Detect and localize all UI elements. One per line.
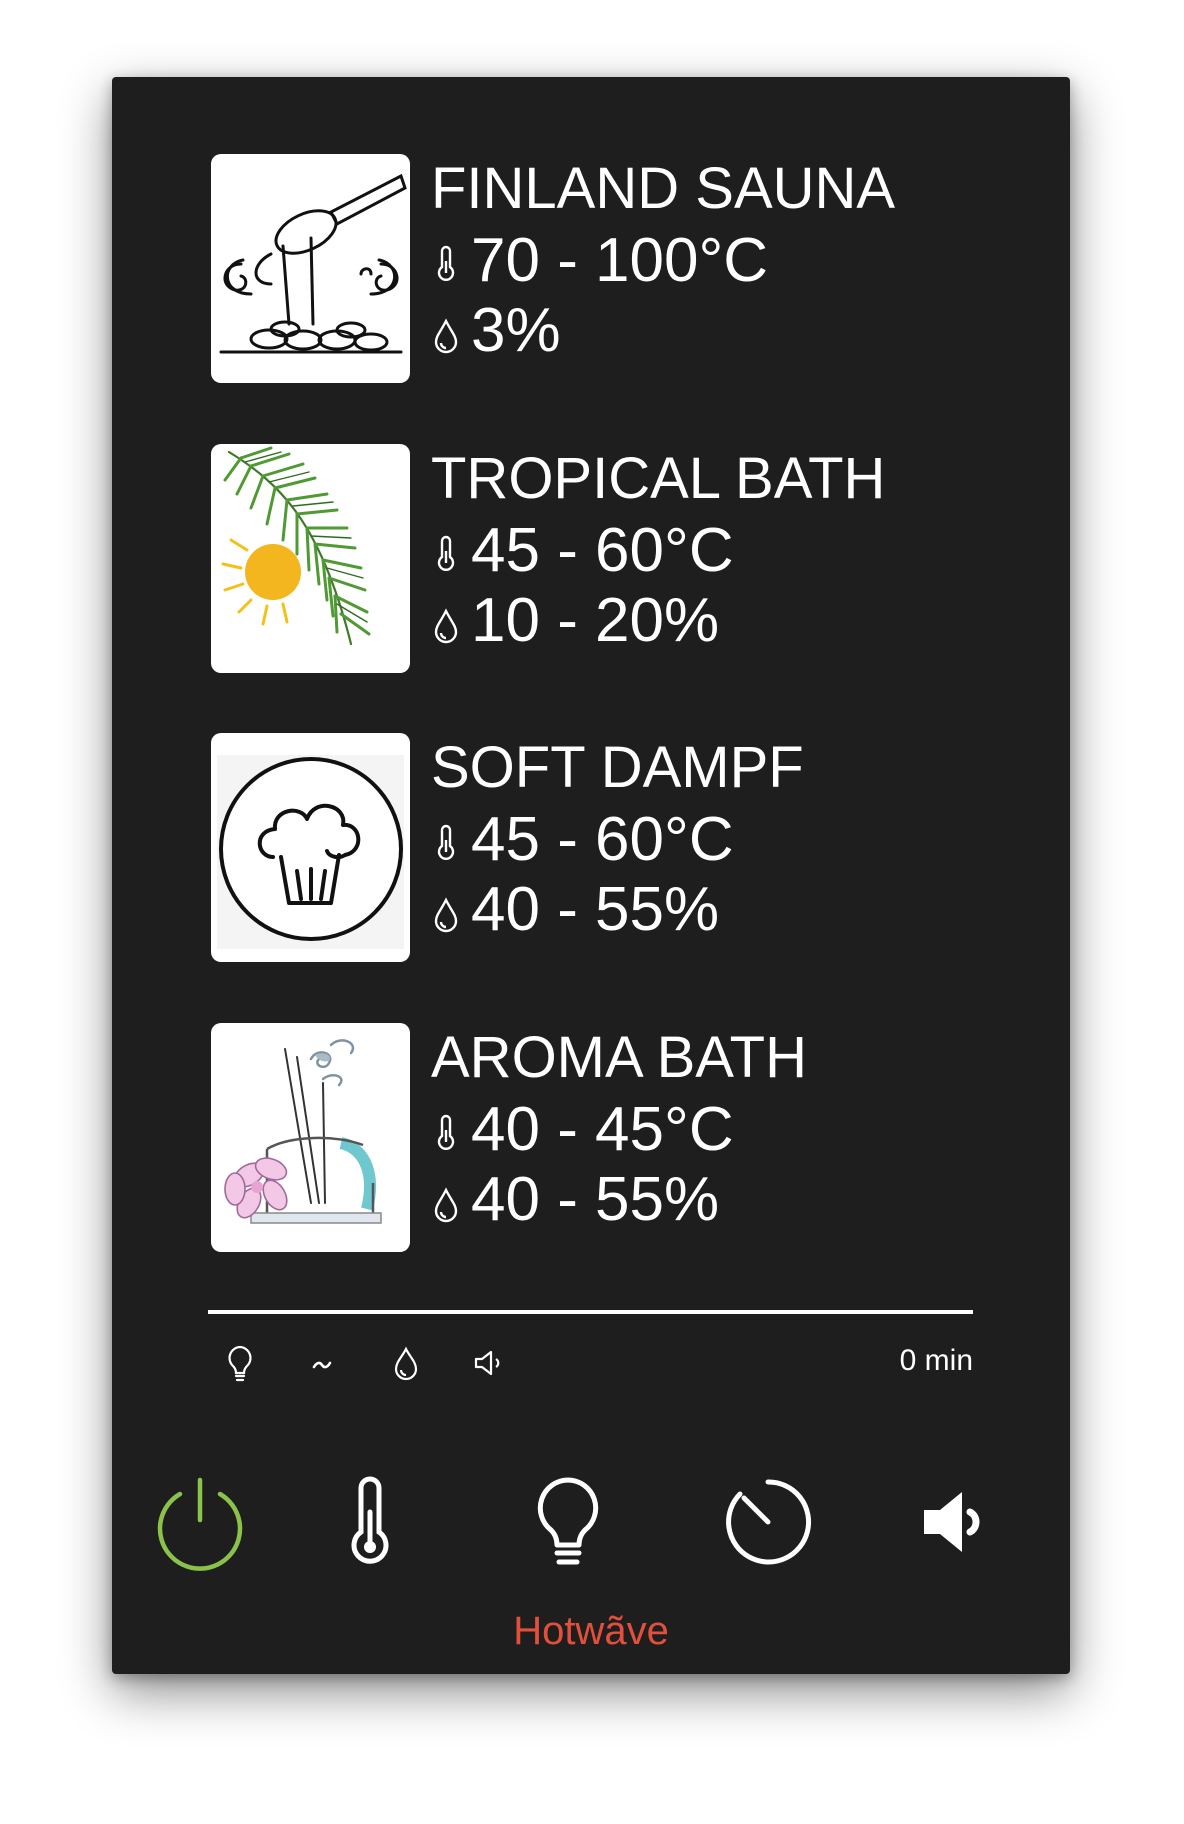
temperature-value: 45 - 60°C [471, 805, 734, 874]
humidity-value: 10 - 20% [471, 586, 720, 655]
temperature-value: 40 - 45°C [471, 1095, 734, 1164]
humidity-value: 40 - 55% [471, 1165, 720, 1234]
divider [208, 1310, 973, 1314]
power-icon [157, 1477, 243, 1571]
temperature-value: 70 - 100°C [471, 226, 769, 295]
program-title: TROPICAL BATH [431, 446, 886, 511]
water-drop-icon [431, 894, 461, 934]
program-aroma-bath[interactable]: AROMA BATH 40 - 45°C 40 - 55% [211, 1023, 971, 1253]
light-button[interactable] [518, 1472, 618, 1572]
speaker-icon [924, 1492, 980, 1552]
program-humidity: 40 - 55% [431, 877, 719, 943]
power-button[interactable] [150, 1472, 250, 1572]
thermometer-icon [431, 245, 461, 285]
thermometer-icon [351, 1476, 389, 1564]
program-title: AROMA BATH [431, 1025, 807, 1090]
timer-button[interactable] [718, 1472, 818, 1572]
brand-logo: Hotwãve [513, 1609, 669, 1653]
aroma-diffuser-icon [211, 1023, 410, 1252]
program-tropical-bath[interactable]: TROPICAL BATH 45 - 60°C 10 - 20% [211, 444, 971, 674]
program-temperature: 40 - 45°C [431, 1097, 734, 1163]
program-temperature: 70 - 100°C [431, 228, 768, 294]
light-bulb-icon [537, 1477, 599, 1565]
light-bulb-icon [218, 1341, 262, 1385]
program-title: FINLAND SAUNA [431, 156, 896, 221]
program-humidity: 10 - 20% [431, 588, 719, 654]
sauna-control-panel: FINLAND SAUNA 70 - 100°C 3% TROPICAL BAT… [112, 77, 1070, 1674]
sound-button[interactable] [908, 1472, 1008, 1572]
humidity-value: 3% [471, 296, 561, 365]
program-temperature: 45 - 60°C [431, 518, 734, 584]
timer-readout: 0 min [899, 1344, 973, 1377]
steam-cloud-icon [211, 733, 410, 962]
program-title: SOFT DAMPF [431, 735, 804, 800]
thermometer-icon [431, 535, 461, 575]
temperature-value: 45 - 60°C [471, 516, 734, 585]
sauna-ladle-icon [211, 154, 410, 383]
fan-wave-icon [300, 1341, 344, 1385]
humidity-value: 40 - 55% [471, 875, 720, 944]
water-drop-icon [431, 315, 461, 355]
temperature-button[interactable] [320, 1472, 420, 1572]
program-humidity: 3% [431, 298, 561, 364]
speaker-icon [466, 1341, 510, 1385]
water-drop-icon [384, 1341, 428, 1385]
water-drop-icon [431, 605, 461, 645]
program-finland-sauna[interactable]: FINLAND SAUNA 70 - 100°C 3% [211, 154, 971, 384]
palm-leaf-sun-icon [211, 444, 410, 673]
water-drop-icon [431, 1184, 461, 1224]
timer-icon [726, 1479, 812, 1565]
program-soft-dampf[interactable]: SOFT DAMPF 45 - 60°C 40 - 55% [211, 733, 971, 963]
thermometer-icon [431, 824, 461, 864]
thermometer-icon [431, 1114, 461, 1154]
program-humidity: 40 - 55% [431, 1167, 719, 1233]
program-temperature: 45 - 60°C [431, 807, 734, 873]
